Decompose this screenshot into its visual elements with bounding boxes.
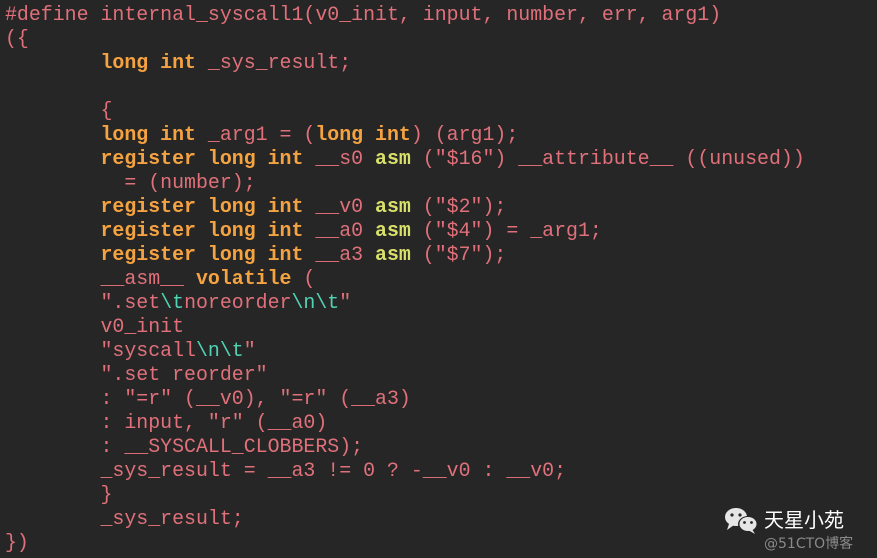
code-asm-keyword: asm	[375, 195, 411, 218]
code-line: })	[5, 531, 805, 555]
code-keyword: long int	[100, 51, 197, 74]
code-line: : "=r" (__v0), "=r" (__a3)	[5, 387, 805, 411]
code-keyword: long int	[100, 123, 197, 146]
code-text: "syscall	[5, 339, 196, 362]
code-text: ("$16") __attribute__ ((unused))	[410, 147, 805, 170]
code-text: "	[339, 291, 352, 314]
code-line: #define internal_syscall1(v0_init, input…	[5, 3, 805, 27]
code-escape: \t	[160, 291, 185, 314]
code-text: noreorder	[184, 291, 292, 314]
code-line: : input, "r" (__a0)	[5, 411, 805, 435]
watermark-title: 天星小苑	[764, 508, 844, 532]
code-line: register long int __a3 asm ("$7");	[5, 243, 805, 267]
code-line: _sys_result = __a3 != 0 ? -__v0 : __v0;	[5, 459, 805, 483]
code-asm-keyword: asm	[375, 243, 411, 266]
code-text: __a0	[303, 219, 376, 242]
code-line: register long int __s0 asm ("$16") __att…	[5, 147, 805, 171]
code-line: }	[5, 483, 805, 507]
code-text: : input, "r" (__a0)	[5, 411, 328, 434]
code-line: _sys_result;	[5, 507, 805, 531]
code-line: long int _arg1 = (long int) (arg1);	[5, 123, 805, 147]
code-line: = (number);	[5, 171, 805, 195]
code-line: register long int __v0 asm ("$2");	[5, 195, 805, 219]
code-text: _sys_result = __a3 != 0 ? -__v0 : __v0;	[5, 459, 567, 482]
code-keyword: register long int	[100, 147, 304, 170]
code-keyword: long int	[315, 123, 411, 146]
code-text: ) (arg1);	[410, 123, 519, 146]
code-text: __s0	[303, 147, 376, 170]
code-asm-keyword: asm	[375, 147, 411, 170]
code-line: register long int __a0 asm ("$4") = _arg…	[5, 219, 805, 243]
code-text: ("$4") = _arg1;	[410, 219, 602, 242]
code-escape: \n\t	[195, 339, 244, 362]
code-line: long int _sys_result;	[5, 51, 805, 75]
code-text: _arg1 = (	[196, 123, 316, 146]
code-keyword: volatile	[195, 267, 292, 290]
code-text: : "=r" (__v0), "=r" (__a3)	[5, 387, 411, 410]
watermark: 天星小苑 @51CTO博客	[722, 502, 872, 558]
code-text: ".set	[5, 291, 161, 314]
code-line: ({	[5, 27, 805, 51]
code-text: ("$7");	[410, 243, 507, 266]
code-line: : __SYSCALL_CLOBBERS);	[5, 435, 805, 459]
code-line: __asm__ volatile (	[5, 267, 805, 291]
wechat-icon	[725, 508, 758, 534]
code-text: })	[5, 531, 29, 554]
code-keyword: register long int	[100, 219, 304, 242]
code-line: "syscall\n\t"	[5, 339, 805, 363]
code-line: ".set\tnoreorder\n\t"	[5, 291, 805, 315]
code-text: ("$2");	[410, 195, 507, 218]
code-text: ({	[5, 27, 29, 50]
watermark-subtitle: @51CTO博客	[764, 536, 854, 552]
code-block: #define internal_syscall1(v0_init, input…	[5, 3, 805, 555]
code-text: : __SYSCALL_CLOBBERS);	[5, 435, 364, 458]
code-text: __a3	[303, 243, 376, 266]
code-text: {	[5, 99, 113, 122]
code-text: _sys_result;	[5, 507, 244, 530]
code-escape: \n\t	[291, 291, 340, 314]
code-keyword: register long int	[100, 195, 304, 218]
code-asm-keyword: asm	[375, 219, 411, 242]
code-text: __asm__	[5, 267, 196, 290]
code-text: = (number);	[5, 171, 256, 194]
code-text: }	[5, 483, 113, 506]
code-text: v0_init	[5, 315, 185, 338]
code-text: "	[243, 339, 256, 362]
code-text: (	[291, 267, 316, 290]
code-text: ".set reorder"	[5, 363, 268, 386]
code-keyword: register long int	[100, 243, 304, 266]
code-text: _sys_result;	[196, 51, 352, 74]
code-line: ".set reorder"	[5, 363, 805, 387]
code-line: v0_init	[5, 315, 805, 339]
code-line: {	[5, 99, 805, 123]
code-text: __v0	[303, 195, 376, 218]
code-text: #define internal_syscall1(v0_init, input…	[5, 3, 722, 26]
